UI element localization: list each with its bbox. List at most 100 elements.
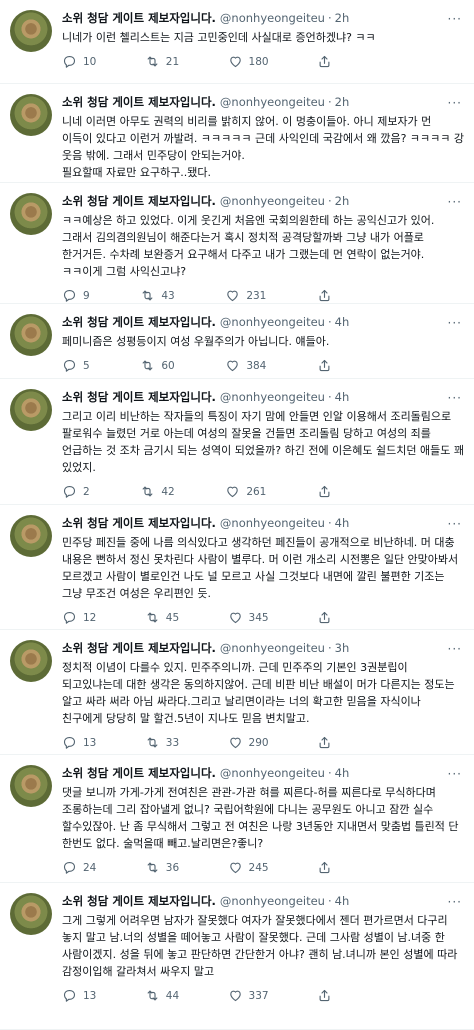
tweet[interactable]: 소위 청담 게이트 제보자입니다. @nonhyeongeiteu · 2h 니… [0,0,474,84]
like-button[interactable]: 180 [228,54,269,69]
user-handle[interactable]: @nonhyeongeiteu [220,389,325,405]
share-button[interactable] [317,54,347,69]
retweet-button[interactable]: 60 [140,358,175,373]
reply-button[interactable]: 5 [62,358,90,373]
share-button[interactable] [317,988,347,1003]
retweet-button[interactable]: 42 [140,484,175,499]
timestamp[interactable]: 4h [335,389,350,405]
tweet[interactable]: 소위 청담 게이트 제보자입니다. @nonhyeongeiteu · 3h 정… [0,630,474,755]
reply-button[interactable]: 13 [62,988,96,1003]
user-handle[interactable]: @nonhyeongeiteu [220,10,325,26]
avatar[interactable] [10,765,52,807]
retweet-button[interactable]: 44 [145,988,179,1003]
avatar[interactable] [10,640,52,682]
user-handle[interactable]: @nonhyeongeiteu [220,314,325,330]
heart-icon [227,360,239,372]
like-button[interactable]: 261 [225,484,266,499]
more-icon[interactable]: ··· [448,517,462,531]
avatar[interactable] [10,94,52,136]
tweet[interactable]: 소위 청담 게이트 제보자입니다. @nonhyeongeiteu · 4h 댓… [0,755,474,883]
timestamp[interactable]: 4h [335,314,350,330]
timestamp[interactable]: 4h [335,765,350,781]
share-button[interactable] [317,288,347,303]
display-name[interactable]: 소위 청담 게이트 제보자입니다. [62,893,216,909]
share-button[interactable] [317,860,347,875]
retweet-button[interactable]: 36 [145,860,179,875]
heart-icon [229,612,241,624]
more-icon[interactable]: ··· [448,12,462,26]
like-button[interactable]: 337 [228,988,269,1003]
display-name[interactable]: 소위 청담 게이트 제보자입니다. [62,94,216,110]
user-handle[interactable]: @nonhyeongeiteu [220,765,325,781]
more-icon[interactable]: ··· [448,895,462,909]
display-name[interactable]: 소위 청담 게이트 제보자입니다. [62,10,216,26]
timestamp[interactable]: 3h [335,640,350,656]
display-name[interactable]: 소위 청담 게이트 제보자입니다. [62,640,216,656]
tweet[interactable]: 소위 청담 게이트 제보자입니다. @nonhyeongeiteu · 4h 그… [0,883,474,1030]
separator-dot: · [327,315,332,329]
like-count: 261 [246,485,267,498]
user-handle[interactable]: @nonhyeongeiteu [220,640,325,656]
tweet-header: 소위 청담 게이트 제보자입니다. @nonhyeongeiteu · 2h [62,94,464,110]
like-button[interactable]: 345 [228,610,269,625]
tweet[interactable]: 소위 청담 게이트 제보자입니다. @nonhyeongeiteu · 4h 페… [0,304,474,379]
timestamp[interactable]: 4h [335,893,350,909]
display-name[interactable]: 소위 청담 게이트 제보자입니다. [62,193,216,209]
retweet-count: 36 [165,861,180,874]
avatar[interactable] [10,893,52,935]
timestamp[interactable]: 2h [335,193,350,209]
retweet-button[interactable]: 45 [145,610,179,625]
like-button[interactable]: 290 [228,735,269,750]
reply-icon [63,289,76,302]
tweet[interactable]: 소위 청담 게이트 제보자입니다. @nonhyeongeiteu · 2h 니… [0,84,474,183]
retweet-button[interactable]: 33 [145,735,179,750]
tweet[interactable]: 소위 청담 게이트 제보자입니다. @nonhyeongeiteu · 4h 그… [0,379,474,505]
share-icon [319,359,330,372]
share-button[interactable] [317,735,347,750]
avatar[interactable] [10,193,52,235]
user-handle[interactable]: @nonhyeongeiteu [220,893,325,909]
display-name[interactable]: 소위 청담 게이트 제보자입니다. [62,515,216,531]
reply-button[interactable]: 10 [62,54,96,69]
more-icon[interactable]: ··· [448,767,462,781]
tweet[interactable]: 소위 청담 게이트 제보자입니다. @nonhyeongeiteu · 2h ㅋ… [0,183,474,304]
reply-button[interactable]: 12 [62,610,96,625]
like-button[interactable]: 231 [225,288,266,303]
like-count: 231 [246,289,267,302]
avatar[interactable] [10,389,52,431]
share-icon [319,736,330,749]
avatar[interactable] [10,515,52,557]
reply-button[interactable]: 13 [62,735,96,750]
timestamp[interactable]: 4h [335,515,350,531]
retweet-count: 42 [161,485,175,498]
tweet-body: 소위 청담 게이트 제보자입니다. @nonhyeongeiteu · 4h 그… [62,883,464,1029]
reply-count: 5 [83,359,90,372]
share-button[interactable] [317,358,347,373]
more-icon[interactable]: ··· [448,642,462,656]
user-handle[interactable]: @nonhyeongeiteu [220,515,325,531]
display-name[interactable]: 소위 청담 게이트 제보자입니다. [62,765,216,781]
user-handle[interactable]: @nonhyeongeiteu [220,94,325,110]
retweet-button[interactable]: 21 [145,54,179,69]
more-icon[interactable]: ··· [448,391,462,405]
reply-button[interactable]: 9 [62,288,90,303]
retweet-button[interactable]: 43 [140,288,175,303]
display-name[interactable]: 소위 청담 게이트 제보자입니다. [62,389,216,405]
share-button[interactable] [317,610,347,625]
more-icon[interactable]: ··· [448,195,462,209]
user-handle[interactable]: @nonhyeongeiteu [220,193,325,209]
more-icon[interactable]: ··· [448,316,462,330]
timestamp[interactable]: 2h [335,94,350,110]
reply-button[interactable]: 24 [62,860,96,875]
reply-button[interactable]: 2 [62,484,90,499]
like-button[interactable]: 384 [225,358,266,373]
like-button[interactable]: 245 [228,860,269,875]
share-button[interactable] [317,484,347,499]
avatar[interactable] [10,314,52,356]
tweet[interactable]: 소위 청담 게이트 제보자입니다. @nonhyeongeiteu · 4h 민… [0,505,474,630]
more-icon[interactable]: ··· [448,96,462,110]
display-name[interactable]: 소위 청담 게이트 제보자입니다. [62,314,216,330]
timestamp[interactable]: 2h [335,10,350,26]
timeline-feed: 소위 청담 게이트 제보자입니다. @nonhyeongeiteu · 2h 니… [0,0,474,1030]
avatar[interactable] [10,10,52,52]
